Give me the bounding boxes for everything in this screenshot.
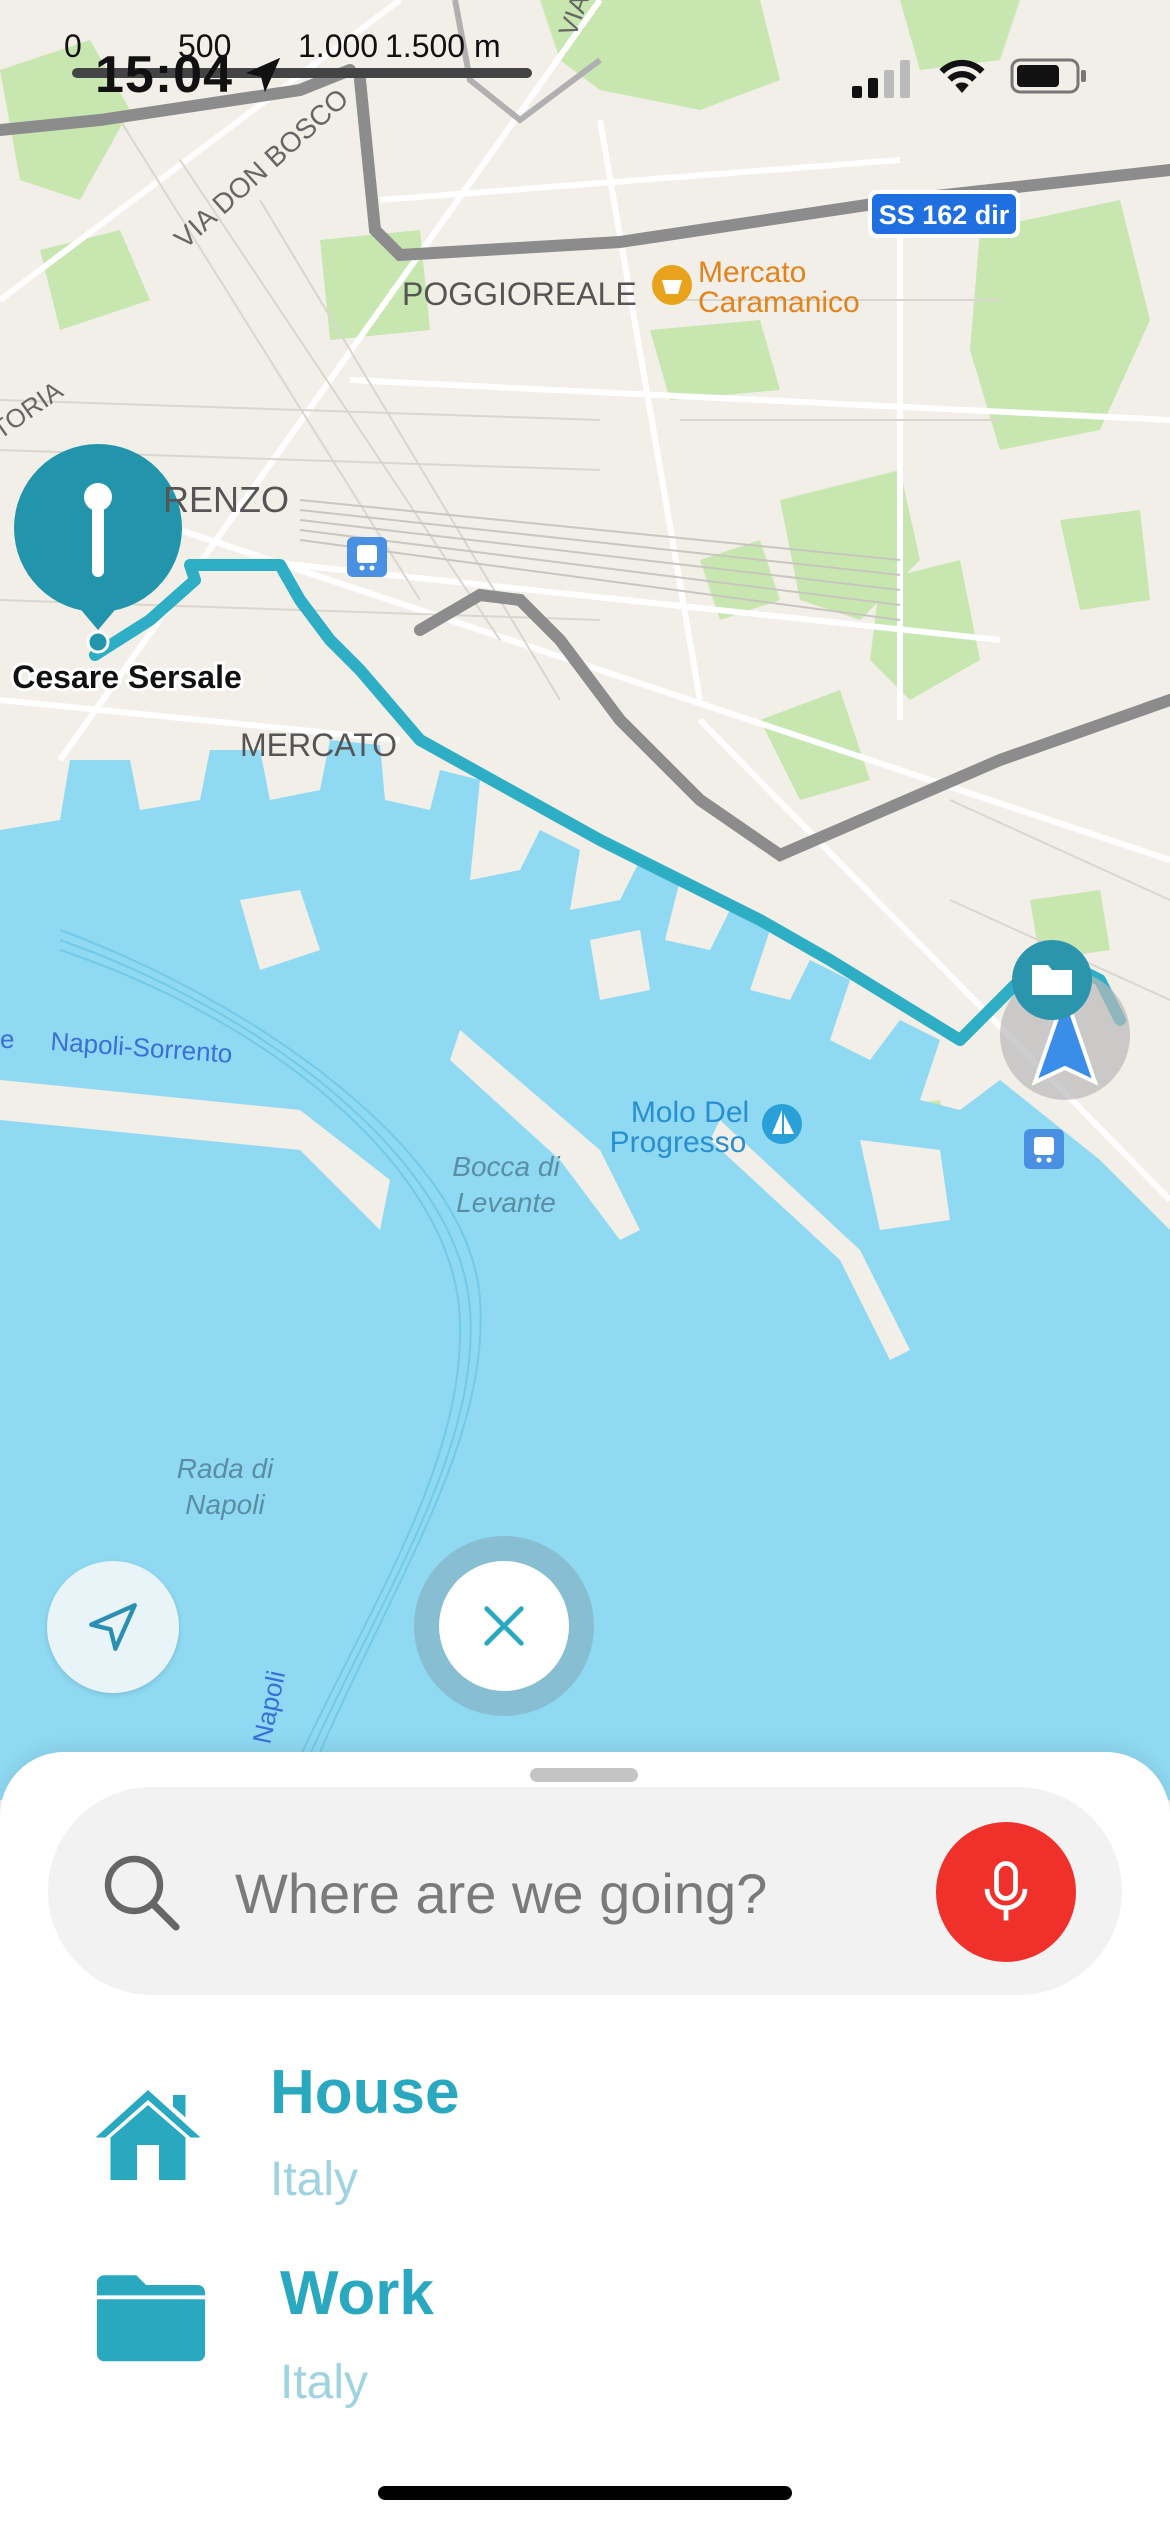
poi-label-molo: Molo Del bbox=[631, 1096, 749, 1129]
favorite-title: Work bbox=[280, 2259, 434, 2328]
bottom-sheet[interactable]: House Italy Work Italy bbox=[0, 1752, 1170, 2532]
recenter-button[interactable] bbox=[47, 1561, 179, 1693]
marina-poi-icon bbox=[762, 1104, 802, 1144]
scale-label-0: 0 bbox=[64, 28, 82, 64]
poi-label-mercato: Mercato bbox=[698, 256, 806, 289]
favorite-subtitle: Italy bbox=[270, 2153, 359, 2206]
wifi-icon bbox=[939, 59, 985, 93]
pin-label-cesare-sersale: Cesare Sersale bbox=[12, 659, 242, 695]
search-icon bbox=[104, 1855, 180, 1931]
train-station-icon bbox=[1024, 1129, 1064, 1169]
map[interactable]: VIA DON BOSCO TORIA VIA POGGIOREALE RENZ… bbox=[0, 0, 1170, 1800]
poi-label-progresso: Progresso bbox=[610, 1126, 747, 1159]
scale-label-1000: 1.000 bbox=[298, 28, 379, 64]
favorite-title: House bbox=[270, 2058, 460, 2127]
screen: VIA DON BOSCO TORIA VIA POGGIOREALE RENZ… bbox=[0, 0, 1170, 2532]
close-route-button[interactable] bbox=[439, 1561, 569, 1691]
ferry-label-prefix: e bbox=[0, 1024, 14, 1054]
status-time: 15:04 bbox=[95, 46, 233, 104]
favorite-item-house[interactable]: House Italy bbox=[0, 2037, 1170, 2217]
market-poi-icon bbox=[652, 265, 692, 305]
district-label-renzo: RENZO bbox=[163, 479, 289, 520]
battery-icon bbox=[1010, 58, 1086, 94]
folder-icon bbox=[96, 2275, 206, 2362]
microphone-icon bbox=[984, 1861, 1028, 1921]
navigation-arrow-icon bbox=[89, 1603, 137, 1651]
road-shield-label: SS 162 dir bbox=[879, 200, 1010, 230]
favorite-subtitle: Italy bbox=[280, 2356, 369, 2409]
search-input[interactable] bbox=[233, 1847, 917, 1939]
sheet-grabber[interactable] bbox=[530, 1768, 638, 1782]
district-label-poggioreale: POGGIOREALE bbox=[402, 276, 637, 312]
home-indicator[interactable] bbox=[378, 2486, 792, 2500]
district-label-mercato: MERCATO bbox=[240, 727, 397, 763]
status-bar: 0 500 1.000 1.500 m 15:04 bbox=[0, 0, 1170, 150]
house-icon bbox=[95, 2090, 201, 2180]
search-bar[interactable] bbox=[48, 1787, 1122, 1995]
location-arrow-icon bbox=[245, 57, 281, 93]
water-label-napoli: Napoli bbox=[185, 1489, 265, 1520]
train-station-icon bbox=[347, 537, 387, 577]
voice-search-button[interactable] bbox=[936, 1822, 1076, 1962]
scale-label-1500: 1.500 m bbox=[385, 28, 501, 64]
cellular-signal-icon bbox=[852, 60, 910, 98]
close-icon bbox=[484, 1606, 524, 1646]
water-label-rada: Rada di bbox=[177, 1453, 274, 1484]
poi-label-caramanico: Caramanico bbox=[698, 286, 860, 319]
water-label-levante: Levante bbox=[456, 1187, 556, 1218]
water-label-bocca: Bocca di bbox=[452, 1151, 560, 1182]
favorite-item-work[interactable]: Work Italy bbox=[0, 2240, 1170, 2420]
